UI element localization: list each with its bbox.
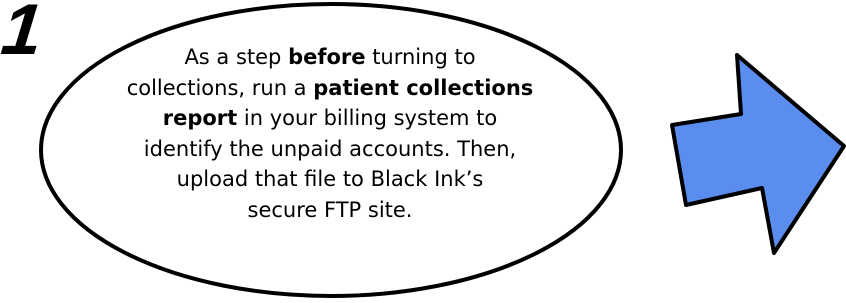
right-arrow-icon <box>670 53 846 255</box>
arrow-shape <box>670 53 846 255</box>
